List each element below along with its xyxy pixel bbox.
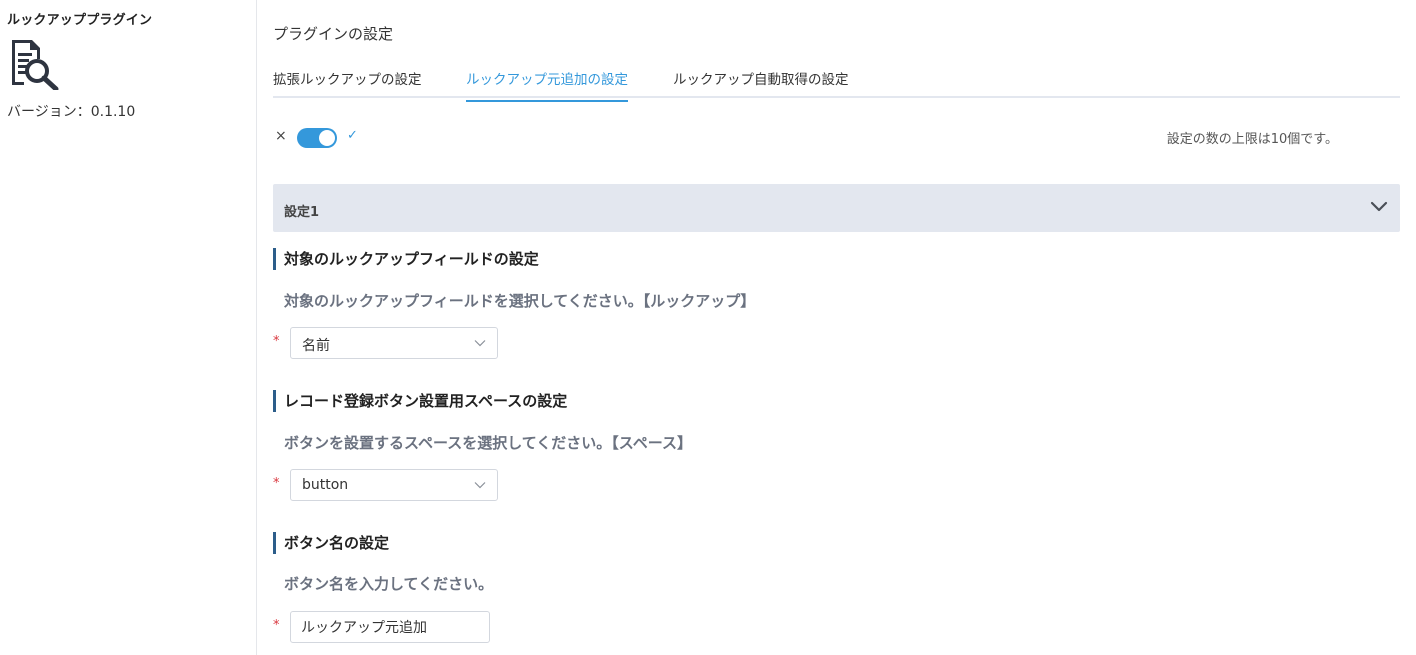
button-space-select[interactable]: button <box>290 469 498 501</box>
sidebar: ルックアッププラグイン バージョン：0.1.10 <box>0 0 257 655</box>
plugin-name: ルックアッププラグイン <box>7 13 153 28</box>
tab-lookup-auto-fetch-settings[interactable]: ルックアップ自動取得の設定 <box>673 68 849 100</box>
select-value: 名前 <box>302 338 330 354</box>
chevron-down-icon <box>474 482 486 489</box>
page-title: プラグインの設定 <box>273 25 394 43</box>
chevron-down-icon[interactable] <box>1369 197 1389 217</box>
document-search-icon <box>12 40 59 90</box>
chevron-down-icon <box>474 340 486 347</box>
toggle-off-icon: × <box>275 128 287 144</box>
required-marker: * <box>273 476 280 491</box>
setting-1-accordion[interactable]: 設定1 <box>273 184 1400 232</box>
lookup-field-select[interactable]: 名前 <box>290 327 498 359</box>
section-description-lookup-field: 対象のルックアップフィールドを選択してください。【ルックアップ】 <box>284 292 756 310</box>
enable-toggle[interactable] <box>297 128 337 148</box>
section-heading-button-name: ボタン名の設定 <box>273 532 389 554</box>
section-heading-lookup-field: 対象のルックアップフィールドの設定 <box>273 248 539 270</box>
tab-bar: 拡張ルックアップの設定 ルックアップ元追加の設定 ルックアップ自動取得の設定 <box>273 56 1400 102</box>
accordion-title: 設定1 <box>284 205 320 220</box>
section-description-button-name: ボタン名を入力してください。 <box>284 575 494 593</box>
button-name-input[interactable] <box>290 611 490 643</box>
section-description-button-space: ボタンを設置するスペースを選択してください。【スペース】 <box>284 434 693 452</box>
tab-lookup-source-add-settings[interactable]: ルックアップ元追加の設定 <box>466 68 628 102</box>
required-marker: * <box>273 334 280 349</box>
toggle-row: × ✓ 設定の数の上限は10個です。 <box>273 127 1400 149</box>
toggle-on-icon: ✓ <box>347 128 358 143</box>
toggle-knob <box>319 130 335 146</box>
settings-panel: プラグインの設定 拡張ルックアップの設定 ルックアップ元追加の設定 ルックアップ… <box>273 0 1400 655</box>
select-value: button <box>302 477 349 493</box>
version-label: バージョン：0.1.10 <box>7 104 136 120</box>
settings-limit-note: 設定の数の上限は10個です。 <box>1166 132 1338 147</box>
section-heading-button-space: レコード登録ボタン設置用スペースの設定 <box>273 390 567 412</box>
required-marker: * <box>273 618 280 633</box>
tab-extended-lookup-settings[interactable]: 拡張ルックアップの設定 <box>273 68 422 100</box>
